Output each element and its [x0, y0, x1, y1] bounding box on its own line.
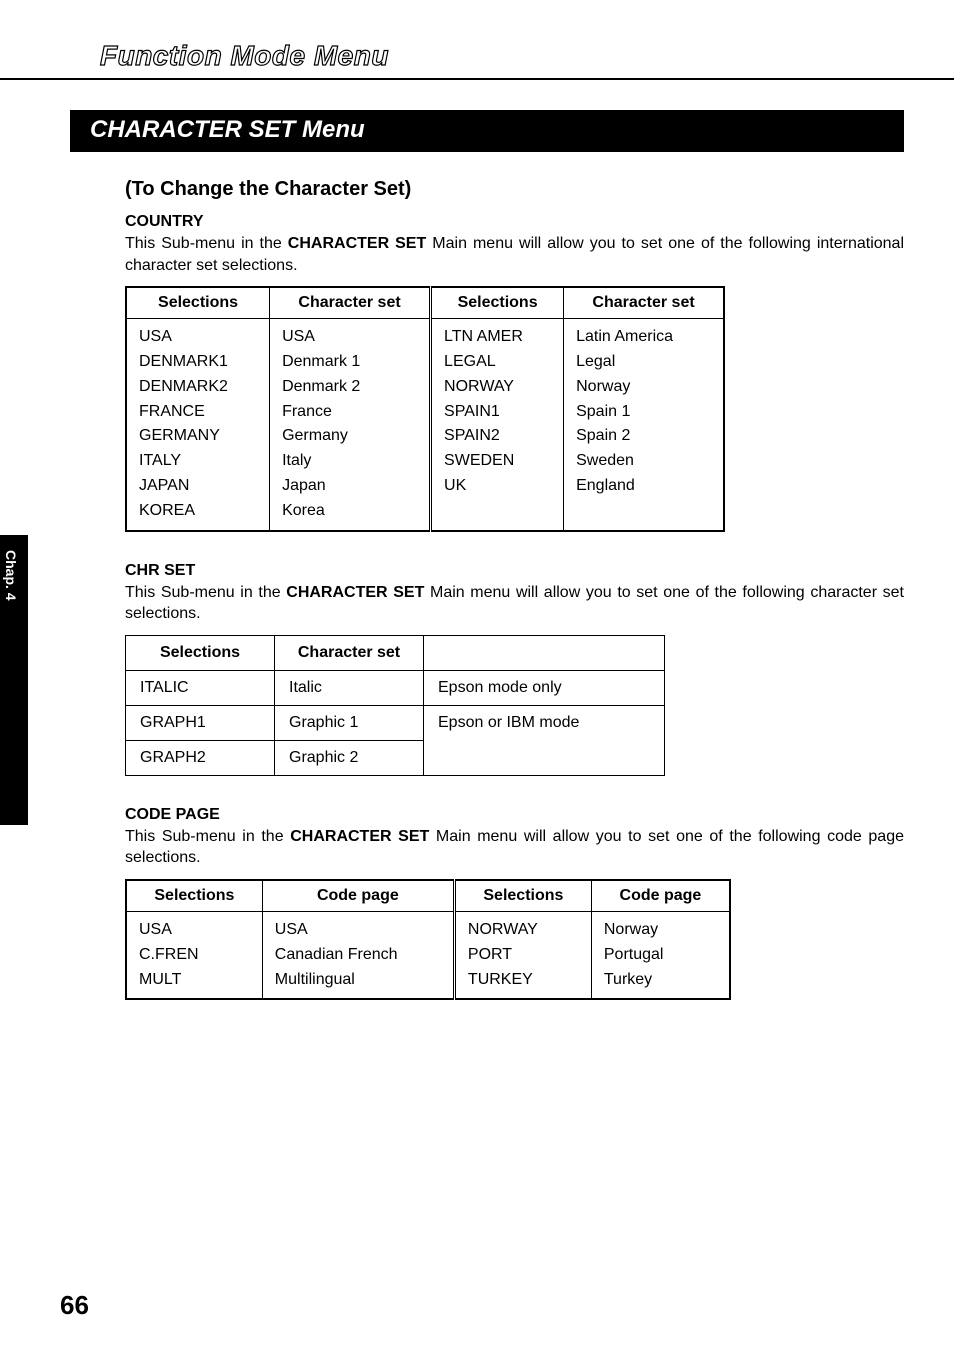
th-codepage: Code page [591, 880, 730, 912]
th-charset: Character set [270, 287, 431, 319]
page-number: 66 [60, 1290, 89, 1321]
td-selections: LTN AMER LEGAL NORWAY SPAIN1 SPAIN2 SWED… [431, 319, 564, 531]
th-selections: Selections [126, 635, 275, 670]
td-selections: USA C.FREN MULT [126, 911, 262, 999]
th-selections: Selections [431, 287, 564, 319]
text-bold: CHARACTER SET [290, 828, 429, 845]
td-note: Epson or IBM mode [424, 705, 665, 775]
subtitle: (To Change the Character Set) [125, 178, 904, 201]
td-cs: Italic [275, 670, 424, 705]
td-cs: Graphic 2 [275, 740, 424, 775]
td-codepage: Norway Portugal Turkey [591, 911, 730, 999]
chrset-desc: This Sub-menu in the CHARACTER SET Main … [125, 582, 904, 625]
text: This Sub-menu in the [125, 828, 290, 845]
td-charset: USA Denmark 1 Denmark 2 France Germany I… [270, 319, 431, 531]
country-desc: This Sub-menu in the CHARACTER SET Main … [125, 233, 904, 276]
th-note [424, 635, 665, 670]
codepage-table: Selections Code page Selections Code pag… [125, 879, 731, 1000]
th-selections: Selections [126, 880, 262, 912]
td-charset: Latin America Legal Norway Spain 1 Spain… [564, 319, 724, 531]
td-selections: USA DENMARK1 DENMARK2 FRANCE GERMANY ITA… [126, 319, 270, 531]
th-charset: Character set [564, 287, 724, 319]
codepage-heading: CODE PAGE [125, 806, 904, 824]
page: Function Mode Menu CHARACTER SET Menu (T… [0, 0, 954, 1351]
th-selections: Selections [126, 287, 270, 319]
country-table: Selections Character set Selections Char… [125, 286, 725, 531]
th-charset: Character set [275, 635, 424, 670]
td-note: Epson mode only [424, 670, 665, 705]
td-cs: Graphic 1 [275, 705, 424, 740]
side-tab-label-text: Function Mode [3, 650, 19, 750]
header-rule [0, 78, 954, 80]
section-bar: CHARACTER SET Menu [70, 110, 904, 152]
chrset-table: Selections Character set ITALIC Italic E… [125, 635, 665, 776]
codepage-desc: This Sub-menu in the CHARACTER SET Main … [125, 826, 904, 869]
td-sel: GRAPH2 [126, 740, 275, 775]
chrset-heading: CHR SET [125, 562, 904, 580]
side-tab-chapter: Chap. 4 [3, 550, 19, 604]
th-selections: Selections [454, 880, 591, 912]
td-sel: ITALIC [126, 670, 275, 705]
content-area: (To Change the Character Set) COUNTRY Th… [70, 178, 904, 1000]
country-heading: COUNTRY [125, 213, 904, 231]
td-selections: NORWAY PORT TURKEY [454, 911, 591, 999]
side-tab-chap-text: Chap. 4 [3, 550, 19, 601]
text: This Sub-menu in the [125, 235, 288, 252]
page-header-title: Function Mode Menu [100, 40, 904, 72]
td-codepage: USA Canadian French Multilingual [262, 911, 454, 999]
text-bold: CHARACTER SET [288, 235, 426, 252]
text: This Sub-menu in the [125, 584, 286, 601]
th-codepage: Code page [262, 880, 454, 912]
td-sel: GRAPH1 [126, 705, 275, 740]
text-bold: CHARACTER SET [286, 584, 424, 601]
side-tab-label: Function Mode [3, 650, 19, 753]
